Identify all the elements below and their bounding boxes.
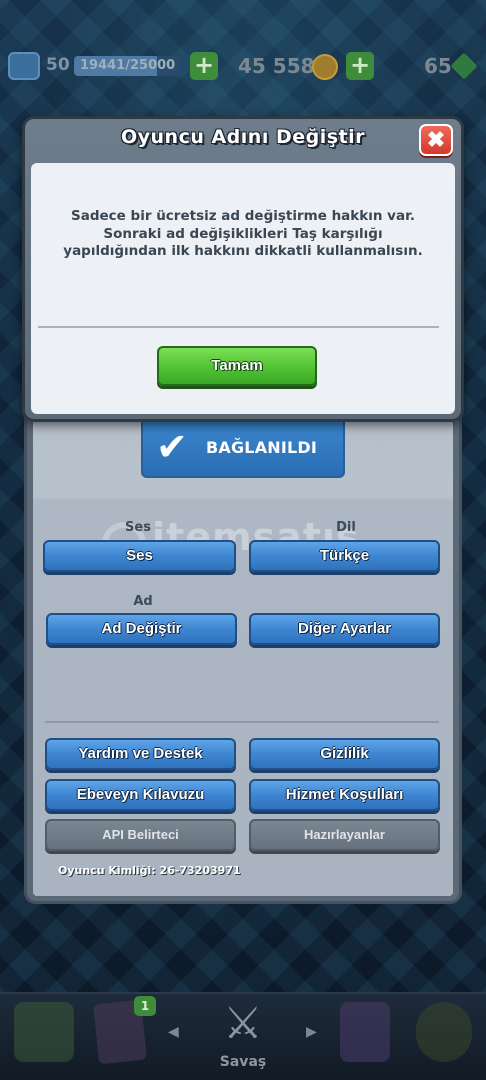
- language-button[interactable]: Türkçe: [249, 540, 440, 572]
- cards-notification-badge: 1: [134, 996, 156, 1016]
- sound-button[interactable]: Ses: [43, 540, 236, 572]
- dialog-divider: [38, 326, 439, 328]
- add-gold-plus-icon[interactable]: +: [346, 52, 374, 80]
- add-xp-plus-icon[interactable]: +: [190, 52, 218, 80]
- credits-button[interactable]: Hazırlayanlar: [249, 819, 440, 851]
- battle-swords-icon[interactable]: ⚔: [213, 996, 273, 1052]
- player-id-text: Oyuncu Kimliği: 26-73203971: [58, 864, 241, 877]
- clan-tab-icon[interactable]: [340, 1002, 390, 1062]
- gold-coin-icon: [312, 54, 338, 80]
- other-settings-button[interactable]: Diğer Ayarlar: [249, 613, 440, 645]
- api-token-button[interactable]: API Belirteci: [45, 819, 236, 851]
- sound-section-label: Ses: [125, 520, 151, 535]
- battle-tab-label[interactable]: Savaş: [213, 1054, 273, 1070]
- dialog-title: Oyuncu Adını Değiştir: [120, 126, 365, 148]
- settings-divider: [45, 721, 439, 723]
- top-hud: 50 19441/25000 + 45 558 + 65: [0, 48, 486, 84]
- connected-label: BAĞLANILDI: [206, 438, 318, 457]
- language-section-label: Dil: [336, 520, 356, 535]
- nav-left-arrow-icon: ◀: [168, 1024, 179, 1040]
- privacy-button[interactable]: Gizlilik: [249, 738, 440, 770]
- name-section-label: Ad: [133, 594, 153, 609]
- parent-guide-button[interactable]: Ebeveyn Kılavuzu: [45, 779, 236, 811]
- events-tab-icon[interactable]: [416, 1002, 472, 1062]
- bottom-navigation: 1 ◀ ⚔ Savaş ▶: [0, 992, 486, 1080]
- help-support-button[interactable]: Yardım ve Destek: [45, 738, 236, 770]
- level-number: 50: [46, 55, 70, 75]
- xp-text: 19441/25000: [80, 58, 176, 73]
- gem-icon: [450, 52, 478, 80]
- terms-of-service-button[interactable]: Hizmet Koşulları: [249, 779, 440, 811]
- level-badge-icon: [8, 52, 40, 80]
- gold-amount: 45 558: [238, 54, 315, 78]
- gems-amount: 65: [424, 54, 452, 78]
- nav-right-arrow-icon: ▶: [306, 1024, 317, 1040]
- dialog-message: Sadece bir ücretsiz ad değiştirme hakkın…: [63, 208, 423, 259]
- checkmark-icon: ✔: [156, 425, 188, 469]
- close-icon[interactable]: ✖: [419, 124, 453, 156]
- ok-button[interactable]: Tamam: [157, 346, 317, 386]
- shop-tab-icon[interactable]: [14, 1002, 74, 1062]
- change-name-button[interactable]: Ad Değiştir: [46, 613, 237, 645]
